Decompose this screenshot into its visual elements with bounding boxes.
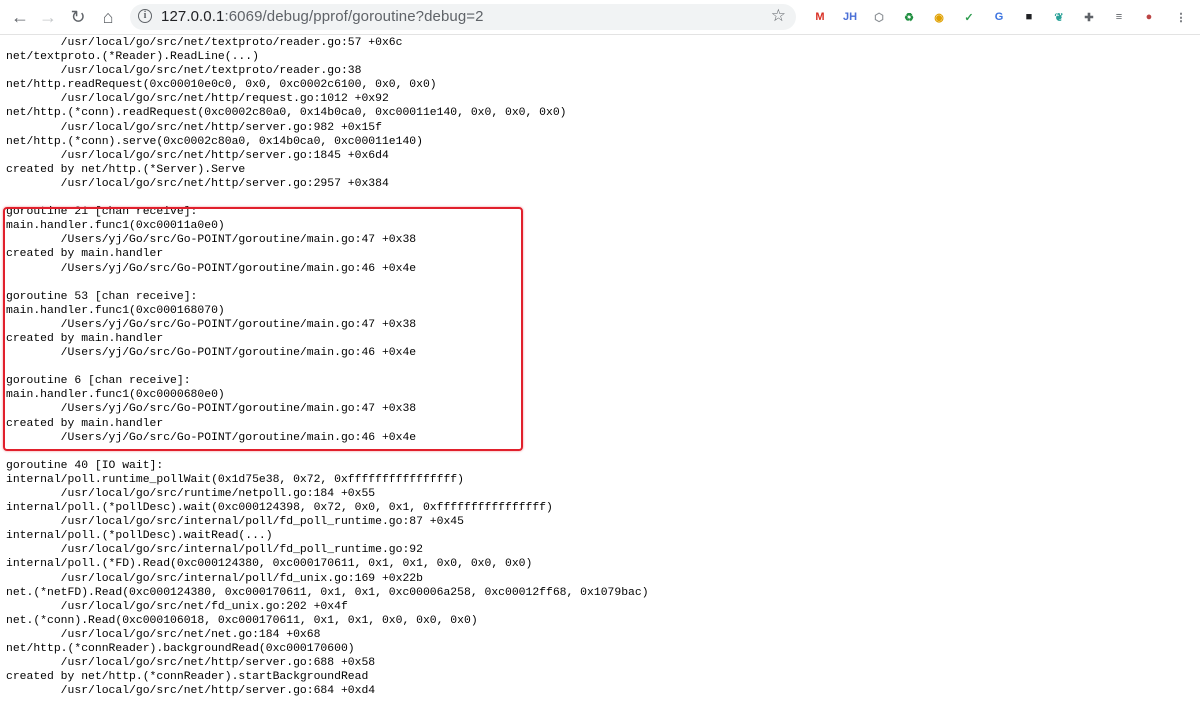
dump-line: net.(*netFD).Read(0xc000124380, 0xc00017… [6,586,649,599]
bookmark-star-icon[interactable]: ☆ [771,6,786,26]
dump-line: /usr/local/go/src/net/http/server.go:982… [6,121,382,134]
site-info-icon[interactable]: i [138,9,152,23]
dump-line: net/http.(*conn).serve(0xc0002c80a0, 0x1… [6,135,423,148]
dump-line: net/textproto.(*Reader).ReadLine(...) [6,51,259,64]
profile-avatar-icon[interactable]: ● [1139,7,1159,27]
highlight-box [3,207,523,451]
dump-line: internal/poll.(*pollDesc).waitRead(...) [6,530,273,543]
address-bar[interactable]: i 127.0.0.1:6069/debug/pprof/goroutine?d… [130,4,796,30]
url-text[interactable]: 127.0.0.1:6069/debug/pprof/goroutine?deb… [161,8,484,25]
dump-line: /usr/local/go/src/net/net.go:184 +0x68 [6,628,321,641]
url-path: :6069/debug/pprof/goroutine?debug=2 [224,8,484,25]
dump-line: goroutine 40 [IO wait]: [6,459,164,472]
leaf-icon[interactable]: ❦ [1049,7,1069,27]
dump-line: net/http.(*connReader).backgroundRead(0x… [6,643,355,656]
dump-line: created by net/http.(*connReader).startB… [6,671,369,684]
arrow-right-icon: → [39,7,57,27]
puzzle-icon[interactable]: ✚ [1079,7,1099,27]
extension-green-icon[interactable]: ♻ [899,7,919,27]
dump-line: /usr/local/go/src/net/http/server.go:688… [6,657,376,670]
dump-line: /usr/local/go/src/net/fd_unix.go:202 +0x… [6,600,348,613]
media-list-icon[interactable]: ≡ [1109,7,1129,27]
dump-line: net.(*conn).Read(0xc000106018, 0xc000170… [6,614,478,627]
translate-icon[interactable]: G [989,7,1009,27]
dump-line: /usr/local/go/src/internal/poll/fd_unix.… [6,572,423,585]
dump-line: net/http.readRequest(0xc00010e0c0, 0x0, … [6,79,437,92]
dump-line: /usr/local/go/src/net/textproto/reader.g… [6,65,362,78]
dump-line: /usr/local/go/src/internal/poll/fd_poll_… [6,544,423,557]
home-button[interactable]: ⌂ [96,5,120,29]
reload-icon: ↻ [70,7,86,27]
dump-line: net/http.(*conn).readRequest(0xc0002c80a… [6,107,567,120]
back-button[interactable]: ← [8,5,32,29]
more-menu-icon[interactable]: ⋮ [1171,7,1191,27]
cube-icon[interactable]: ■ [1019,7,1039,27]
forward-button[interactable]: → [36,5,60,29]
dump-line: internal/poll.(*FD).Read(0xc000124380, 0… [6,558,533,571]
home-icon: ⌂ [102,7,114,27]
jh-extension-icon[interactable]: JH [840,7,860,27]
dump-line: /usr/local/go/src/net/http/server.go:295… [6,177,389,190]
dump-line: /usr/local/go/src/net/http/request.go:10… [6,93,389,106]
dump-line [6,191,649,205]
gmail-icon[interactable]: M [810,7,830,27]
reload-button[interactable]: ↻ [66,5,90,29]
arrow-left-icon: ← [11,7,29,27]
browser-toolbar: ← → ↻ ⌂ i 127.0.0.1:6069/debug/pprof/gor… [0,0,1200,35]
extension-gray-icon[interactable]: ⬡ [869,7,889,27]
dump-line: /usr/local/go/src/net/http/server.go:684… [6,685,376,698]
dump-line: /usr/local/go/src/net/textproto/reader.g… [6,37,403,49]
dump-line: /usr/local/go/src/internal/poll/fd_poll_… [6,516,464,529]
dump-line: /usr/local/go/src/runtime/netpoll.go:184… [6,488,376,500]
url-host: 127.0.0.1 [161,8,225,25]
dump-line: internal/poll.runtime_pollWait(0x1d75e38… [6,473,464,486]
shield-check-icon[interactable]: ✓ [959,7,979,27]
chrome-color-icon[interactable]: ◉ [929,7,949,27]
dump-line: /usr/local/go/src/net/http/server.go:184… [6,149,389,162]
dump-line: created by net/http.(*Server).Serve [6,163,246,176]
dump-line: internal/poll.(*pollDesc).wait(0xc000124… [6,502,553,515]
